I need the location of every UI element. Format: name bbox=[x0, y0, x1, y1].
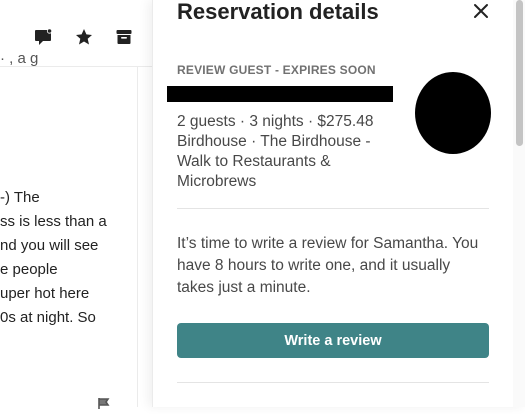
message-text-fragment: · , a g bbox=[0, 50, 39, 67]
listing-title: Birdhouse · The Birdhouse - Walk to Rest… bbox=[177, 133, 371, 190]
message-line: 0s at night. So bbox=[0, 309, 96, 326]
guest-name-redacted bbox=[167, 86, 393, 102]
message-line: e people bbox=[0, 261, 58, 278]
message-line: ss is less than a bbox=[0, 213, 107, 230]
divider bbox=[177, 208, 489, 209]
message-line: nd you will see bbox=[0, 237, 99, 254]
review-message: It’s time to write a review for Samantha… bbox=[177, 235, 479, 296]
panel-title: Reservation details bbox=[177, 0, 379, 24]
message-flag-icon[interactable] bbox=[33, 27, 53, 47]
message-line: -) The bbox=[0, 189, 40, 206]
star-icon[interactable] bbox=[74, 27, 94, 47]
status-label: REVIEW GUEST - EXPIRES SOON bbox=[177, 63, 376, 77]
flag-icon[interactable] bbox=[98, 396, 112, 409]
divider bbox=[177, 382, 489, 383]
write-review-button[interactable]: Write a review bbox=[177, 323, 489, 358]
reservation-details-panel: Reservation details REVIEW GUEST - EXPIR… bbox=[152, 0, 525, 407]
archive-icon[interactable] bbox=[114, 27, 134, 47]
conversation-divider bbox=[137, 66, 138, 407]
close-icon[interactable] bbox=[472, 2, 490, 20]
avatar[interactable] bbox=[415, 72, 491, 154]
panel-scrollbar-thumb[interactable] bbox=[516, 0, 523, 146]
message-line: uper hot here bbox=[0, 285, 90, 302]
conversation-pane: · , a g -) The ss is less than a nd you … bbox=[0, 0, 152, 409]
trip-summary: 2 guests · 3 nights · $275.48 bbox=[177, 113, 374, 130]
